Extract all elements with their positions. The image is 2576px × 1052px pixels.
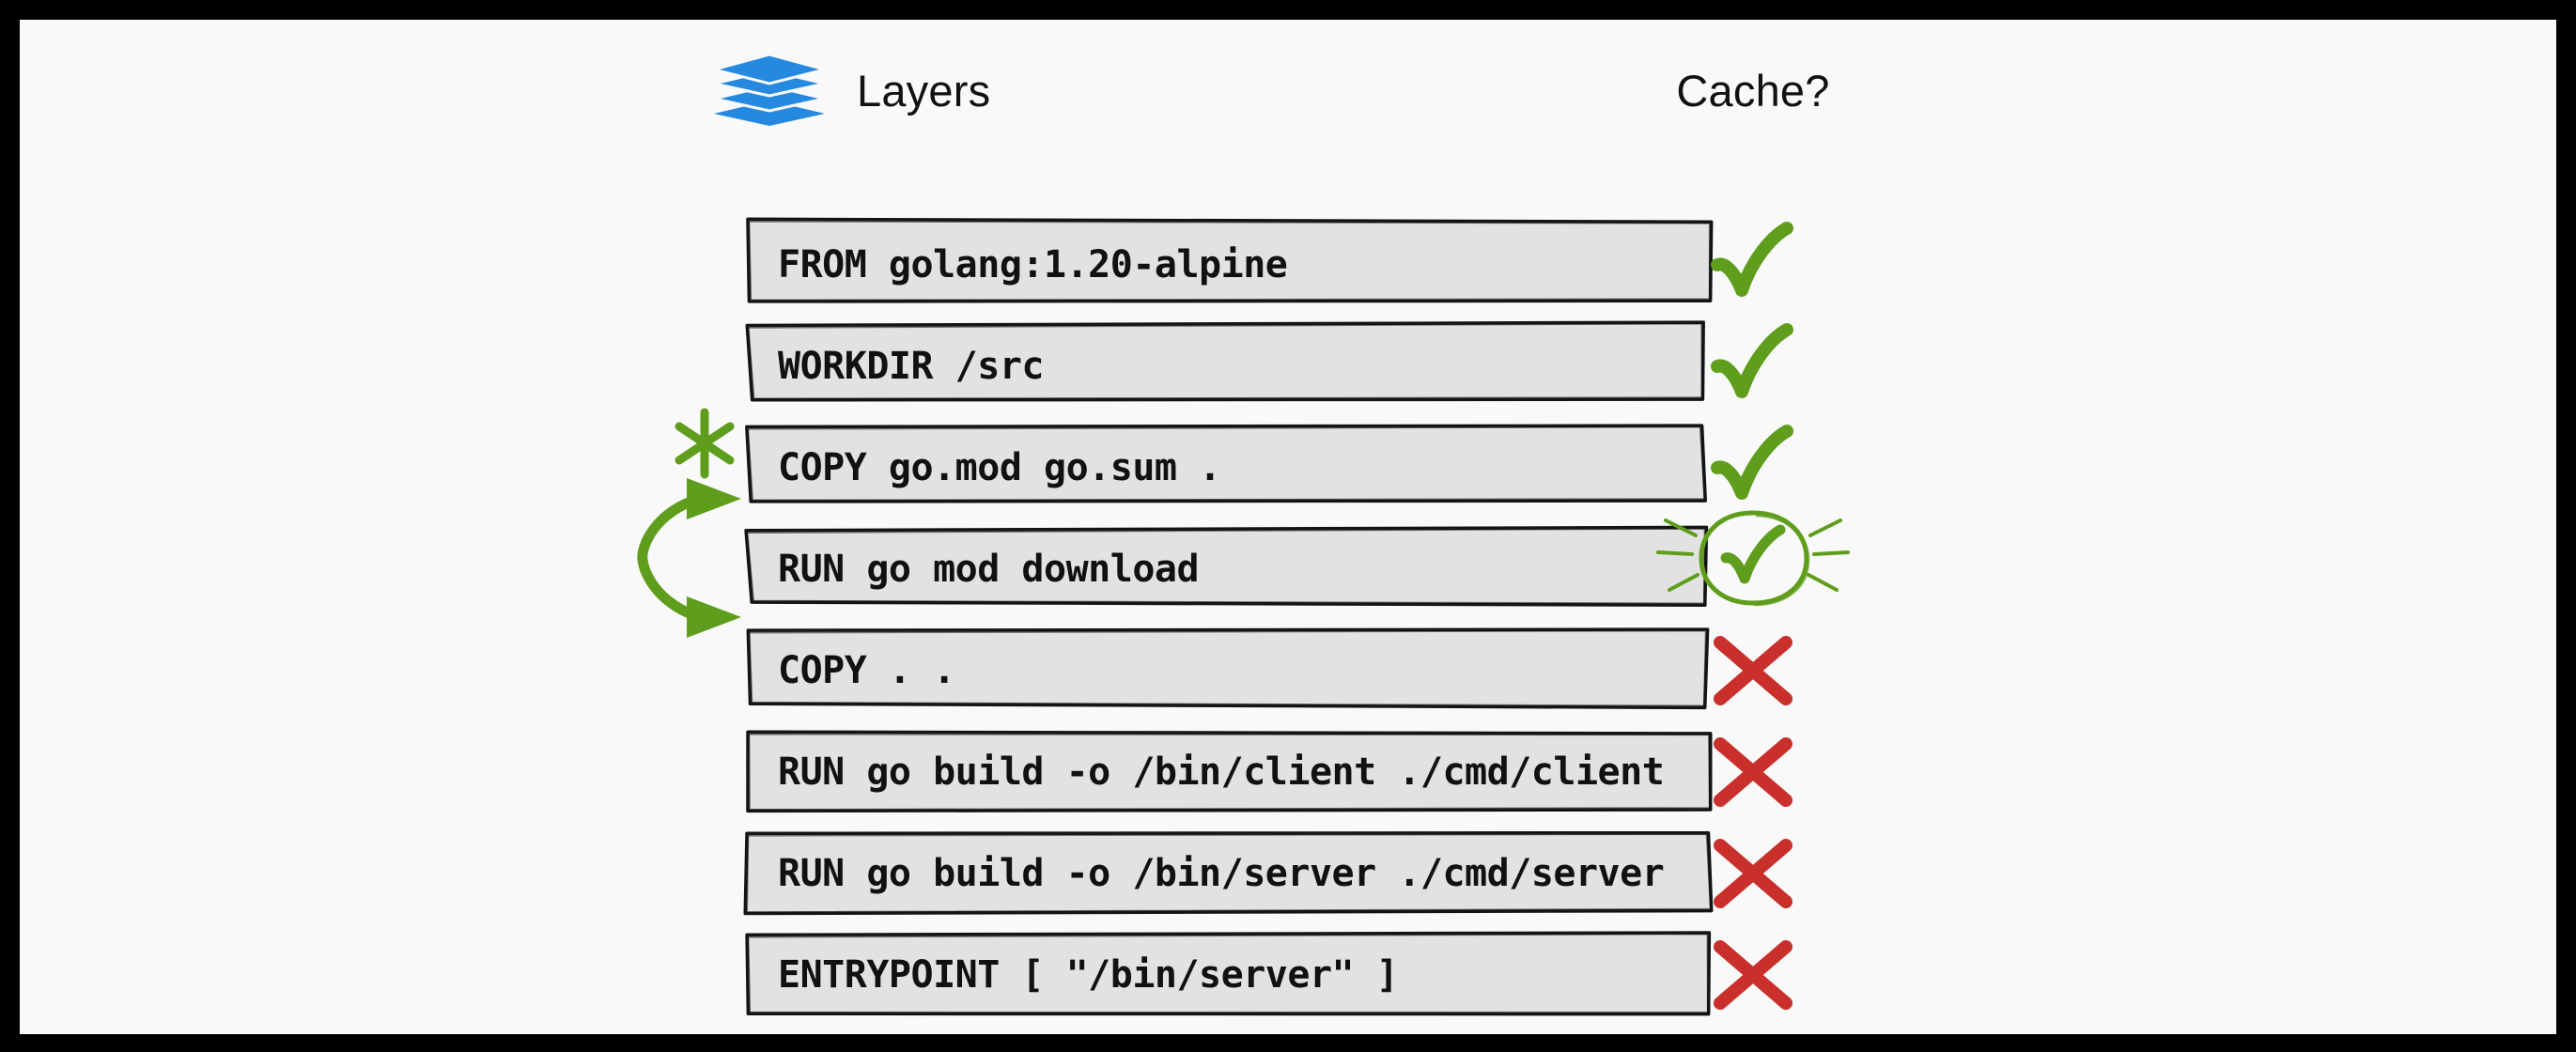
layer-instruction-text: RUN go mod download bbox=[778, 548, 1200, 591]
layer-row: COPY . . bbox=[20, 627, 2556, 718]
layer-row: RUN go build -o /bin/server ./cmd/server bbox=[20, 830, 2556, 920]
layer-instruction-text: RUN go build -o /bin/server ./cmd/server bbox=[778, 852, 1665, 895]
layer-rows-container: FROM golang:1.20-alpine WORKDIR /src COP… bbox=[20, 20, 2556, 1034]
layer-instruction-box[interactable]: WORKDIR /src bbox=[745, 320, 1708, 410]
cache-status-invalidated bbox=[1659, 627, 1847, 714]
layer-instruction-text: WORKDIR /src bbox=[778, 345, 1044, 388]
cross-icon bbox=[1714, 737, 1792, 807]
cache-status-cached bbox=[1659, 425, 1847, 511]
layer-instruction-box[interactable]: COPY . . bbox=[746, 627, 1714, 714]
layer-row: RUN go build -o /bin/client ./cmd/client bbox=[20, 729, 2556, 819]
layer-instruction-box[interactable]: COPY go.mod go.sum . bbox=[745, 424, 1708, 511]
layer-instruction-box[interactable]: RUN go build -o /bin/client ./cmd/client bbox=[746, 729, 1717, 815]
check-circle-sparkle-icon bbox=[1656, 510, 1850, 607]
layer-instruction-box[interactable]: ENTRYPOINT [ "/bin/server" ] bbox=[745, 931, 1715, 1018]
layer-row: FROM golang:1.20-alpine bbox=[20, 217, 2556, 312]
layer-instruction-box[interactable]: RUN go build -o /bin/server ./cmd/server bbox=[743, 830, 1717, 917]
layer-row: ENTRYPOINT [ "/bin/server" ] bbox=[20, 931, 2556, 1022]
layer-instruction-text: RUN go build -o /bin/client ./cmd/client bbox=[778, 750, 1665, 794]
cache-status-invalidated bbox=[1659, 830, 1847, 917]
cross-icon bbox=[1714, 636, 1792, 705]
cache-status-invalidated bbox=[1659, 729, 1847, 815]
cache-status-cached bbox=[1659, 323, 1847, 410]
layer-instruction-text: ENTRYPOINT [ "/bin/server" ] bbox=[778, 953, 1399, 997]
check-icon bbox=[1711, 323, 1793, 398]
layer-instruction-box[interactable]: FROM golang:1.20-alpine bbox=[746, 217, 1715, 308]
layer-instruction-text: COPY . . bbox=[778, 649, 955, 692]
cross-icon bbox=[1714, 940, 1792, 1010]
layer-row: COPY go.mod go.sum . bbox=[20, 424, 2556, 515]
layer-instruction-box[interactable]: RUN go mod download bbox=[744, 525, 1714, 612]
layer-row: WORKDIR /src bbox=[20, 320, 2556, 413]
outer-frame: Layers Cache? FROM golang:1.20-alpine WO… bbox=[0, 0, 2576, 1052]
layer-row: RUN go mod download bbox=[20, 510, 2556, 616]
layer-instruction-text: COPY go.mod go.sum . bbox=[778, 446, 1221, 489]
check-icon bbox=[1711, 222, 1793, 297]
cache-status-invalidated bbox=[1659, 932, 1847, 1018]
cache-status-cached bbox=[1656, 510, 1850, 612]
cache-status-cached bbox=[1659, 222, 1847, 308]
layer-instruction-text: FROM golang:1.20-alpine bbox=[778, 243, 1288, 286]
cross-icon bbox=[1714, 839, 1792, 908]
diagram-canvas: Layers Cache? FROM golang:1.20-alpine WO… bbox=[20, 20, 2556, 1034]
